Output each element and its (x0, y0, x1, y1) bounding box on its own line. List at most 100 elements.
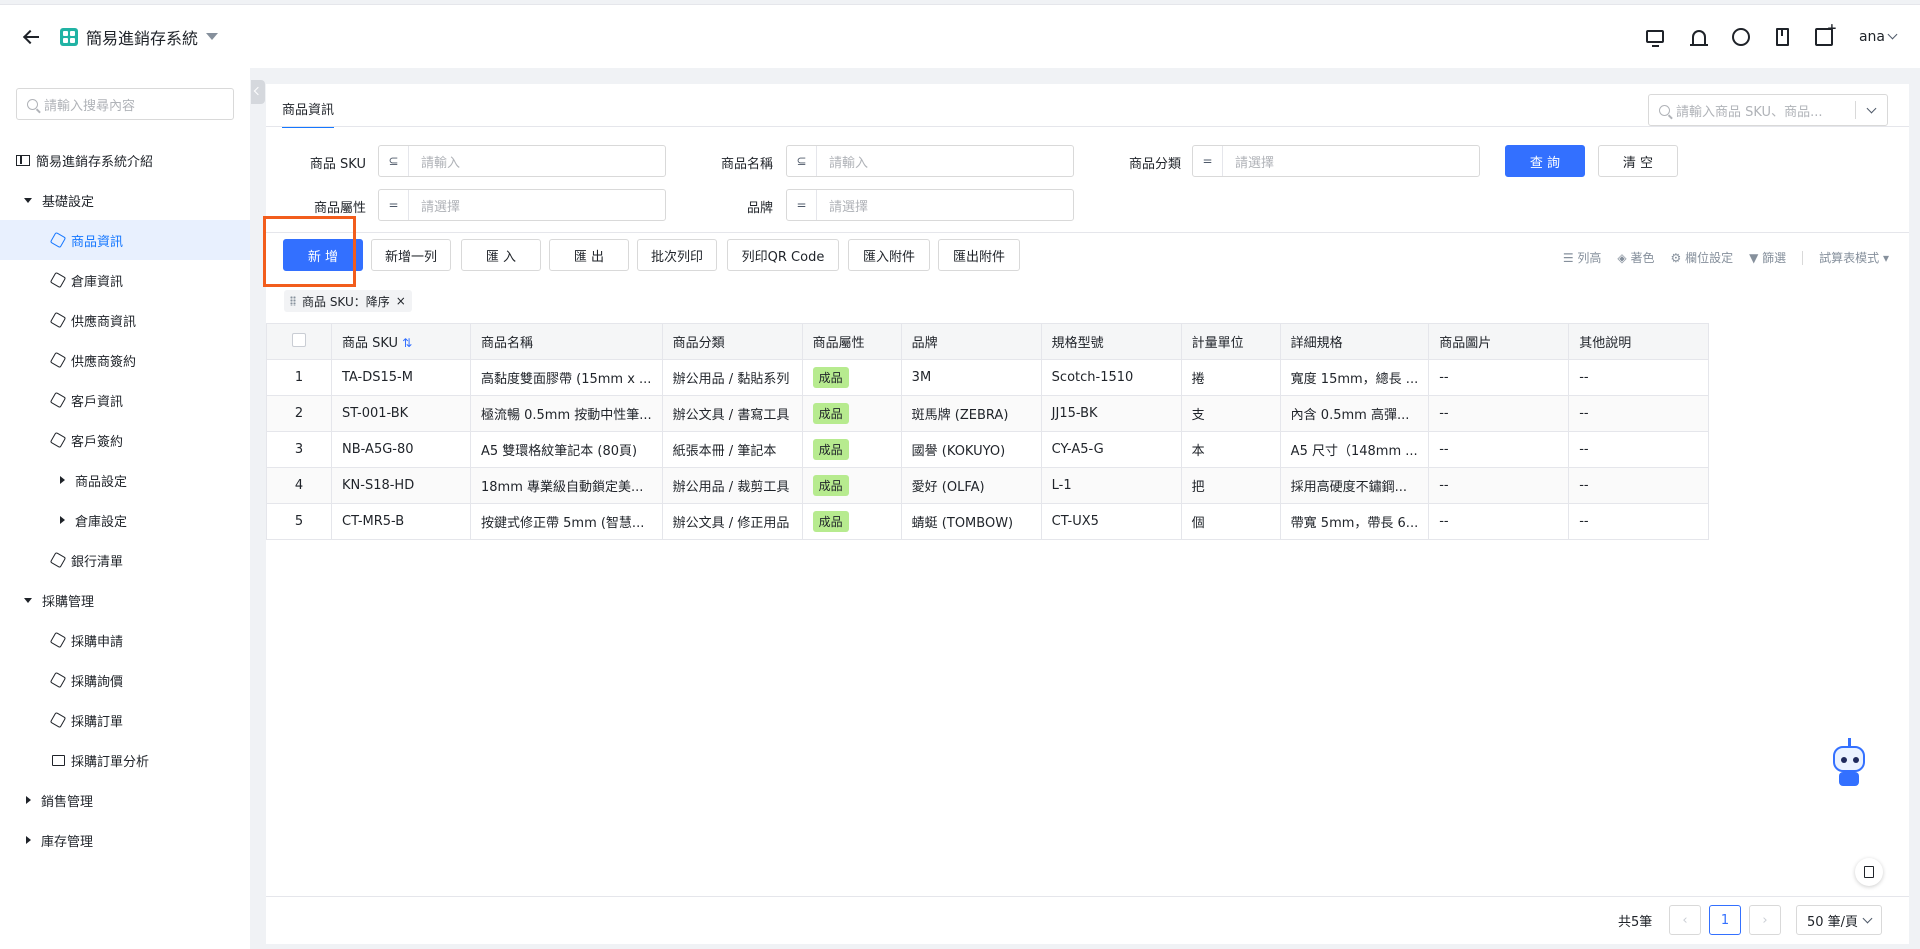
cell-category[interactable]: 辦公文具 / 修正用品 (661, 503, 803, 540)
cell-model[interactable]: Scotch-1510 (1040, 359, 1182, 396)
cell-name[interactable]: 極流暢 0.5mm 按動中性筆... (470, 395, 663, 432)
sidebar-item-purchase-order[interactable]: 採購訂單 (0, 700, 250, 740)
sidebar-group-basic-settings[interactable]: 基礎設定 (0, 180, 250, 220)
cell-unit[interactable]: 支 (1180, 395, 1281, 432)
book-icon[interactable] (1775, 27, 1789, 46)
page-size-select[interactable]: 50 筆/頁 (1796, 905, 1882, 935)
export-button[interactable]: 匯 出 (549, 239, 629, 271)
spreadsheet-mode-tool[interactable]: 試算表模式 ▾ (1819, 249, 1889, 266)
cell-attr[interactable]: 成品 (801, 395, 902, 432)
cell-attr[interactable]: 成品 (801, 503, 902, 540)
row-height-tool[interactable]: ☰ 列高 (1563, 249, 1602, 266)
sort-chip[interactable]: 商品 SKU：降序 × (284, 290, 412, 312)
equals-operator[interactable]: = (1193, 146, 1223, 176)
cell-note[interactable]: -- (1568, 431, 1710, 468)
cell-brand[interactable]: 國譽 (KOKUYO) (900, 431, 1042, 468)
sidebar-item-customer-contract[interactable]: 客戶簽約 (0, 420, 250, 460)
sidebar-item-intro[interactable]: 簡易進銷存系統介紹 (0, 140, 250, 180)
sidebar-item-bank-list[interactable]: 銀行清單 (0, 540, 250, 580)
chevron-down-icon[interactable] (1866, 103, 1877, 113)
cell-attr[interactable]: 成品 (801, 359, 902, 396)
brand-filter-select[interactable]: = 請選擇 (786, 189, 1074, 221)
close-icon[interactable]: × (396, 294, 406, 308)
col-header-brand[interactable]: 品牌 (900, 323, 1042, 360)
cell-spec[interactable]: 寬度 15mm，總長 ... (1279, 359, 1430, 396)
cell-note[interactable]: -- (1568, 395, 1710, 432)
app-title[interactable]: 簡易進銷存系統 (86, 25, 198, 49)
cell-model[interactable]: L-1 (1040, 467, 1182, 504)
export-document-icon[interactable] (1855, 858, 1883, 886)
col-header-sku[interactable]: 商品 SKU ⇅ (331, 323, 471, 360)
cell-name[interactable]: 18mm 專業級自動鎖定美... (470, 467, 663, 504)
sidebar-collapse-handle[interactable] (251, 80, 265, 104)
ai-assistant-robot-icon[interactable] (1827, 738, 1871, 788)
color-tool[interactable]: ◈ 著色 (1617, 249, 1654, 266)
select-all-checkbox-cell[interactable] (266, 323, 332, 360)
col-header-unit[interactable]: 計量單位 (1180, 323, 1281, 360)
cell-image[interactable]: -- (1428, 359, 1570, 396)
contains-operator-icon[interactable]: ⊆ (379, 146, 409, 176)
user-menu[interactable]: ana (1859, 29, 1898, 45)
col-header-image[interactable]: 商品圖片 (1428, 323, 1570, 360)
bell-icon[interactable] (1689, 29, 1708, 46)
sku-filter-input[interactable]: ⊆ 請輸入 (378, 145, 666, 177)
col-header-note[interactable]: 其他說明 (1568, 323, 1710, 360)
sidebar-item-warehouse-info[interactable]: 倉庫資訊 (0, 260, 250, 300)
sidebar-search-input[interactable]: 請輸入搜尋內容 (16, 88, 234, 120)
cell-brand[interactable]: 愛好 (OLFA) (900, 467, 1042, 504)
tab-product-info[interactable]: 商品資訊 (282, 99, 335, 128)
col-header-spec[interactable]: 詳細規格 (1279, 323, 1430, 360)
drag-handle-icon[interactable] (290, 296, 296, 306)
cell-sku[interactable]: NB-A5G-80 (331, 431, 471, 468)
page-number-button[interactable]: 1 (1709, 905, 1741, 935)
select-all-checkbox[interactable] (292, 332, 306, 347)
sidebar-item-purchase-analysis[interactable]: 採購訂單分析 (0, 740, 250, 780)
cell-spec[interactable]: 帶寬 5mm，帶長 6... (1279, 503, 1430, 540)
batch-print-button[interactable]: 批次列印 (637, 239, 717, 271)
sidebar-group-purchasing[interactable]: 採購管理 (0, 580, 250, 620)
col-header-category[interactable]: 商品分類 (661, 323, 803, 360)
contains-operator-icon[interactable]: ⊆ (787, 146, 817, 176)
back-arrow-icon[interactable] (22, 27, 42, 47)
table-row[interactable]: 2 ST-001-BK 極流暢 0.5mm 按動中性筆... 辦公文具 / 書寫… (266, 395, 1710, 432)
cell-name[interactable]: A5 雙環格紋筆記本 (80頁) (470, 431, 663, 468)
sidebar-group-inventory[interactable]: 庫存管理 (0, 820, 250, 860)
monitor-icon[interactable] (1645, 30, 1664, 47)
cell-image[interactable]: -- (1428, 431, 1570, 468)
cell-sku[interactable]: ST-001-BK (331, 395, 471, 432)
image-add-icon[interactable] (1814, 21, 1837, 46)
cell-attr[interactable]: 成品 (801, 467, 902, 504)
cell-category[interactable]: 辦公用品 / 黏貼系列 (661, 359, 803, 396)
app-switch-caret-icon[interactable] (206, 33, 219, 40)
export-attachments-button[interactable]: 匯出附件 (938, 239, 1020, 271)
sidebar-item-customer-info[interactable]: 客戶資訊 (0, 380, 250, 420)
cell-unit[interactable]: 把 (1180, 467, 1281, 504)
cell-brand[interactable]: 3M (900, 359, 1042, 396)
cell-brand[interactable]: 斑馬牌 (ZEBRA) (900, 395, 1042, 432)
cell-unit[interactable]: 個 (1180, 503, 1281, 540)
sidebar-item-supplier-contract[interactable]: 供應商簽約 (0, 340, 250, 380)
table-row[interactable]: 3 NB-A5G-80 A5 雙環格紋筆記本 (80頁) 紙張本冊 / 筆記本 … (266, 431, 1710, 468)
sidebar-item-purchase-request[interactable]: 採購申請 (0, 620, 250, 660)
category-filter-select[interactable]: = 請選擇 (1192, 145, 1480, 177)
import-button[interactable]: 匯 入 (461, 239, 541, 271)
equals-operator[interactable]: = (379, 190, 409, 220)
col-header-attr[interactable]: 商品屬性 (801, 323, 902, 360)
cell-note[interactable]: -- (1568, 503, 1710, 540)
table-row[interactable]: 5 CT-MR5-B 按鍵式修正帶 5mm (智慧... 辦公文具 / 修正用品… (266, 503, 1710, 540)
cell-image[interactable]: -- (1428, 503, 1570, 540)
print-qr-button[interactable]: 列印QR Code (727, 239, 839, 271)
col-header-name[interactable]: 商品名稱 (470, 323, 663, 360)
headset-icon[interactable] (1731, 27, 1750, 46)
cell-spec[interactable]: A5 尺寸（148mm ... (1279, 431, 1430, 468)
sidebar-group-sales[interactable]: 銷售管理 (0, 780, 250, 820)
query-button[interactable]: 查 詢 (1505, 145, 1585, 177)
sort-icon[interactable]: ⇅ (402, 336, 412, 350)
cell-unit[interactable]: 捲 (1180, 359, 1281, 396)
cell-category[interactable]: 辦公用品 / 裁剪工具 (661, 467, 803, 504)
name-filter-input[interactable]: ⊆ 請輸入 (786, 145, 1074, 177)
cell-category[interactable]: 紙張本冊 / 筆記本 (661, 431, 803, 468)
cell-image[interactable]: -- (1428, 467, 1570, 504)
import-attachments-button[interactable]: 匯入附件 (848, 239, 930, 271)
add-button[interactable]: 新 增 (283, 239, 363, 271)
